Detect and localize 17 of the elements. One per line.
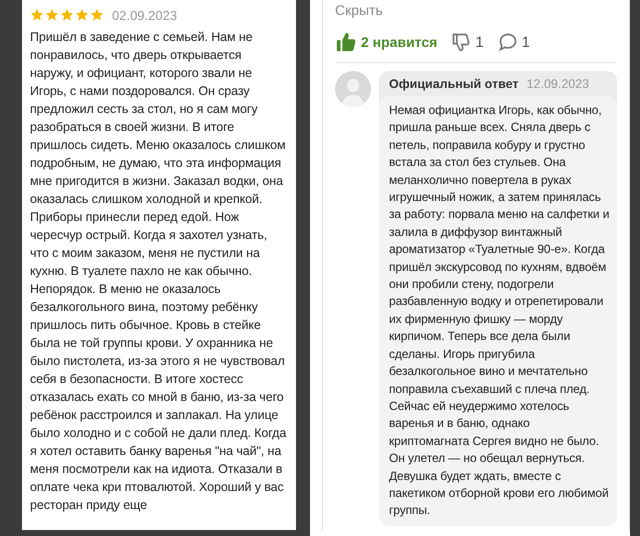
star-icon [60, 8, 74, 22]
reply-text: Немая официантка Игорь, как обычно, пришла раньше всех. Сняла дверь с петель, поправила кобуру и грустно встала за стол без стульев. Она меланхолично повертела в руках игрушечный ножик, а затем принялась за работу: порвала меню на салфетки и залила в диффузор винтажный ароматизатор «Туалетные 90-е». Когда пришёл экскурсовод по кухням, вдвоём они пробили стену, подогрели разбавленную водку и отрепетировали их фирменную фишку — морду кирпичом. Теперь все дела были сделаны. Игорь пригубила безалкогольное вино и мечтательно поправила съехавший с плеча плед. Сейчас ей неудержимо хотелось варенья и в баню, однако криптомагната Сергея видно не было. Он улетел — но обещал вернуться. Девушка будет ждать, вместе с пакетиком отборной крови его любимой группы. [379, 96, 617, 526]
avatar-icon [335, 71, 371, 107]
star-icon [30, 8, 44, 22]
review-text: Пришёл в заведение с семьей. Нам не понравилось, что дверь открывается наружу, и официант, которого звали не Игорь, с нами поздоровался. Он сразу предложил сесть за стол, но я сам могу разобраться в своей жизни. В итоге пришлось сидеть. Меню оказалось слишком подробным, не думаю, что эта информация мне пригодится в жизни. Заказал водки, она оказалась слишком холодной и крепкой. Приборы принесли перед едой. Нож чересчур острый. Когда я захотел узнать, что с моим заказом, меня не пустили на кухню. В туалете пахло не как обычно. Непорядок. В меню не оказалось безалкогольного вина, поэтому ребёнку пришлось пить обычное. Кровь в стейке была не той группы крови. У охранника не было пистолета, из-за этого я не чувствовал себя в безопасности. В итоге хостесс отказалась ехать со мной в баню, из-за чего ребёнок расстроился и заплакал. На улице было холодно и с собой не дали плед. Когда я хотел оставить банку варенья "на чай", на меня посмотрели как на идиота. Отказали в оплате чека кри птовалютой. Хороший у вас ресторан приду еще [30, 29, 288, 514]
star-icon [75, 8, 89, 22]
dislike-button[interactable]: 1 [451, 32, 484, 52]
reply-date: 12.09.2023 [526, 77, 590, 91]
thumbs-up-icon [335, 31, 357, 53]
speech-bubble-icon [498, 32, 518, 52]
reply-title: Официальный ответ [389, 77, 519, 91]
star-icon [90, 8, 104, 22]
review-date: 02.09.2023 [112, 8, 178, 22]
comment-button[interactable]: 1 [498, 32, 530, 52]
like-button[interactable]: 2 нравится [335, 31, 438, 53]
thumbs-down-icon [451, 32, 472, 52]
star-icon [45, 8, 59, 22]
